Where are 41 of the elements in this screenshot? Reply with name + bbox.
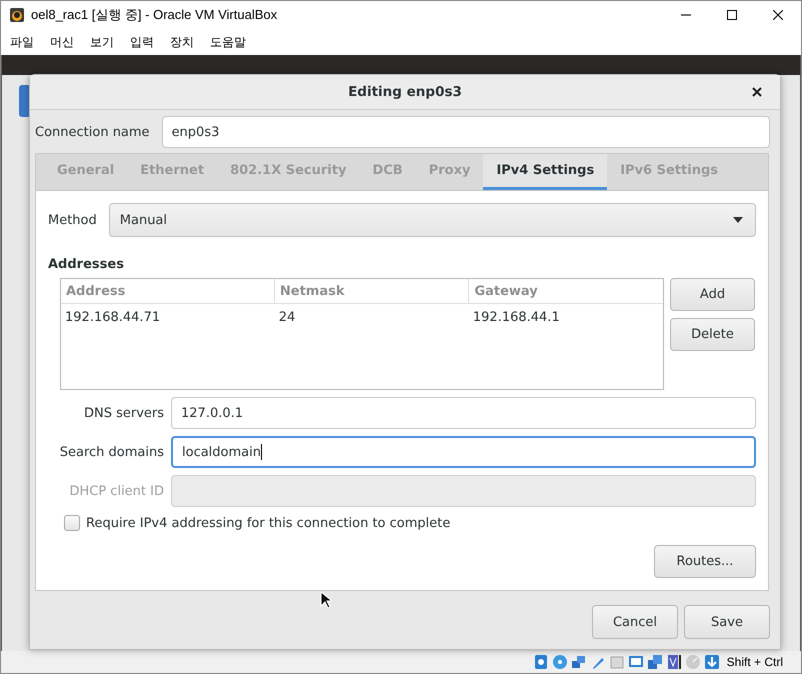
field-label: DNS servers	[82, 406, 164, 420]
close-icon[interactable]	[752, 87, 762, 97]
input-field[interactable]: enp0s3	[162, 116, 770, 148]
dialog-button[interactable]: Cancel	[592, 605, 678, 639]
field-label: Search domains	[58, 444, 164, 460]
field-label: Connection name	[35, 124, 150, 140]
menu-item[interactable]: 도움말	[210, 34, 246, 50]
method-dropdown[interactable]: Manual	[108, 203, 756, 237]
menu-item[interactable]: 머신	[50, 34, 74, 50]
table-cell-text: 192.168.44.71	[64, 308, 162, 326]
table-button[interactable]: Delete	[670, 318, 755, 351]
menu-item[interactable]: 보기	[90, 34, 114, 50]
menu-item[interactable]: 입력	[130, 34, 154, 50]
dialog-button[interactable]: Save	[684, 605, 770, 639]
table-button[interactable]: Add	[670, 278, 755, 311]
network-icon[interactable]	[570, 654, 587, 670]
window-icon[interactable]	[646, 654, 663, 670]
host-key-label: Shift + Ctrl	[726, 655, 783, 669]
maximize-icon[interactable]	[727, 10, 737, 20]
input-field[interactable]: 127.0.0.1	[171, 397, 756, 429]
menu-item[interactable]: 파일	[10, 34, 34, 50]
v-icon[interactable]	[666, 654, 682, 670]
section-heading: Addresses	[48, 257, 125, 272]
checkbox[interactable]	[64, 515, 80, 531]
app-icon	[9, 7, 25, 23]
routes-button[interactable]: Routes...	[654, 545, 756, 578]
table-cell-text: 24	[278, 308, 296, 326]
cd-icon[interactable]	[552, 654, 568, 670]
window-title: oel8_rac1 [실행 중] - Oracle VM VirtualBox	[31, 6, 278, 24]
download-icon[interactable]	[704, 654, 720, 670]
checkbox-label: Require IPv4 addressing for this connection to complete	[86, 516, 450, 530]
input-field[interactable]: localdomain	[171, 436, 756, 468]
menu-item[interactable]: 장치	[170, 34, 194, 50]
table-cell-text: 192.168.44.1	[472, 308, 561, 326]
close-icon[interactable]	[773, 10, 783, 20]
field-label: Method	[48, 212, 97, 228]
caret-icon	[733, 217, 743, 223]
dialog-title: Editing enp0s3	[348, 84, 462, 100]
field-label: DHCP client ID	[68, 484, 164, 498]
tab[interactable]: IPv4 Settings	[483, 154, 608, 190]
display-icon[interactable]	[628, 654, 644, 670]
